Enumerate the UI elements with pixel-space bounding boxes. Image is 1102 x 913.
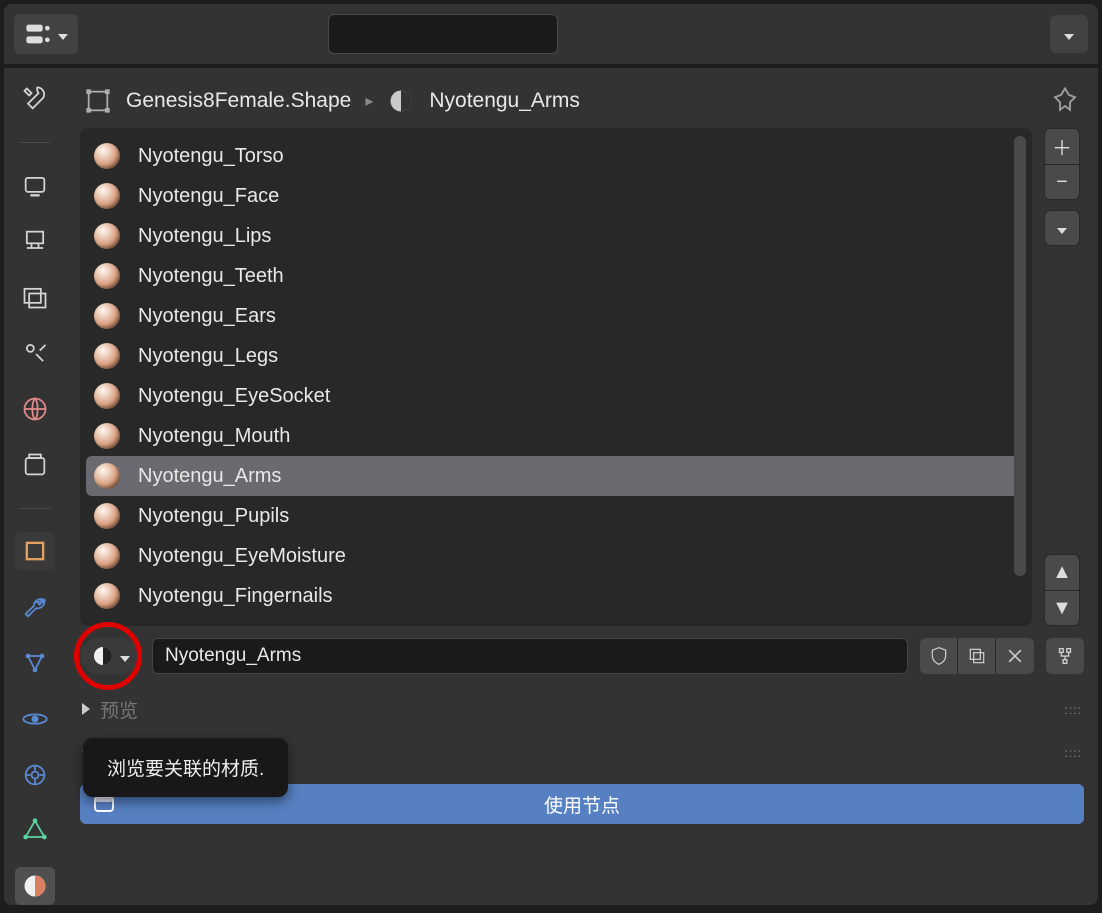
slot-actions: ＋ − ▲ ▼ xyxy=(1044,128,1084,626)
duplicate-icon xyxy=(967,646,987,666)
material-name-input[interactable] xyxy=(152,638,908,674)
material-preview-icon xyxy=(94,303,120,329)
tooltip: 浏览要关联的材质. xyxy=(83,738,288,797)
material-slot-label: Nyotengu_Lips xyxy=(138,225,271,248)
material-preview-icon xyxy=(94,463,120,489)
material-slot-label: Nyotengu_Mouth xyxy=(138,425,290,448)
use-nodes-label: 使用节点 xyxy=(544,791,620,818)
breadcrumb-material[interactable]: Nyotengu_Arms xyxy=(429,89,580,113)
material-preview-icon xyxy=(94,543,120,569)
material-slot-item[interactable]: Nyotengu_Torso xyxy=(86,136,1026,176)
shield-icon xyxy=(929,646,949,666)
material-selector-row xyxy=(66,626,1098,674)
material-slot-label: Nyotengu_Fingernails xyxy=(138,585,333,608)
properties-tabs xyxy=(4,68,66,905)
material-preview-icon xyxy=(94,263,120,289)
panel-preview[interactable]: 预览 :::: xyxy=(66,688,1098,731)
material-slot-label: Nyotengu_Face xyxy=(138,185,279,208)
list-expand-handle[interactable]: ▶ :::: xyxy=(80,624,1032,626)
nodetree-button[interactable] xyxy=(1046,638,1084,674)
material-slot-item[interactable]: Nyotengu_Legs xyxy=(86,336,1026,376)
disclosure-triangle-icon xyxy=(82,699,90,721)
breadcrumb-separator-icon: ▸ xyxy=(365,91,373,111)
material-icon xyxy=(91,644,115,668)
material-slot-label: Nyotengu_Ears xyxy=(138,305,276,328)
tab-viewlayer[interactable] xyxy=(15,278,55,316)
breadcrumb-object[interactable]: Genesis8Female.Shape xyxy=(126,89,351,113)
close-icon xyxy=(1005,646,1025,666)
tab-constraints[interactable] xyxy=(15,756,55,794)
material-slot-list: Nyotengu_Torso Nyotengu_Face Nyotengu_Lips… xyxy=(80,128,1032,626)
material-slot-label: Nyotengu_Pupils xyxy=(138,505,289,528)
move-slot-up-button[interactable]: ▲ xyxy=(1044,554,1080,590)
material-slot-label: Nyotengu_Teeth xyxy=(138,265,284,288)
editor-type-dropdown[interactable] xyxy=(14,14,78,54)
material-preview-icon xyxy=(94,423,120,449)
material-slot-item[interactable]: Nyotengu_Pupils xyxy=(86,496,1026,536)
tab-physics[interactable] xyxy=(15,700,55,738)
material-preview-icon xyxy=(94,183,120,209)
chevron-down-icon xyxy=(58,24,68,45)
tab-render[interactable] xyxy=(15,167,55,205)
options-dropdown[interactable] xyxy=(1050,15,1088,53)
chevron-down-icon xyxy=(120,646,130,667)
material-slot-label: Nyotengu_EyeMoisture xyxy=(138,545,346,568)
panel-grip-icon[interactable]: :::: xyxy=(1065,703,1082,717)
mesh-icon xyxy=(84,87,112,115)
browse-material-button[interactable] xyxy=(80,638,140,674)
topbar xyxy=(4,4,1098,64)
properties-editor-icon xyxy=(24,20,52,48)
material-preview-icon xyxy=(94,143,120,169)
material-slot-item[interactable]: Nyotengu_EyeMoisture xyxy=(86,536,1026,576)
remove-slot-button[interactable]: − xyxy=(1044,164,1080,200)
material-slot-label: Nyotengu_EyeSocket xyxy=(138,385,330,408)
add-slot-button[interactable]: ＋ xyxy=(1044,128,1080,164)
material-icon xyxy=(21,872,49,900)
panel-preview-label: 预览 xyxy=(100,696,138,723)
tab-material[interactable] xyxy=(15,867,55,905)
tab-data[interactable] xyxy=(15,811,55,849)
material-preview-icon xyxy=(94,223,120,249)
material-preview-icon xyxy=(94,383,120,409)
tab-output[interactable] xyxy=(15,223,55,261)
material-slot-item[interactable]: Nyotengu_Mouth xyxy=(86,416,1026,456)
material-slot-label: Nyotengu_Torso xyxy=(138,145,284,168)
material-slot-item[interactable]: Nyotengu_Arms xyxy=(86,456,1026,496)
tab-object[interactable] xyxy=(15,532,55,570)
material-slot-item[interactable]: Nyotengu_Face xyxy=(86,176,1026,216)
material-slot-item[interactable]: Nyotengu_Teeth xyxy=(86,256,1026,296)
fake-user-button[interactable] xyxy=(920,638,958,674)
tab-world[interactable] xyxy=(15,390,55,428)
material-slot-item[interactable]: Nyotengu_EyeSocket xyxy=(86,376,1026,416)
chevron-down-icon xyxy=(1064,24,1074,45)
material-slot-label: Nyotengu_Arms xyxy=(138,465,281,488)
pin-button[interactable] xyxy=(1050,86,1080,116)
new-material-button[interactable] xyxy=(958,638,996,674)
material-slot-item[interactable]: Nyotengu_Fingernails xyxy=(86,576,1026,616)
tab-collection[interactable] xyxy=(15,446,55,484)
breadcrumb: Genesis8Female.Shape ▸ Nyotengu_Arms xyxy=(66,68,1098,128)
tab-modifier[interactable] xyxy=(15,588,55,626)
unlink-material-button[interactable] xyxy=(996,638,1034,674)
tab-scene[interactable] xyxy=(15,334,55,372)
panel-grip-icon[interactable]: :::: xyxy=(1065,746,1082,760)
material-preview-icon xyxy=(94,503,120,529)
tab-tool[interactable] xyxy=(15,80,55,118)
material-slot-item[interactable]: Nyotengu_Ears xyxy=(86,296,1026,336)
material-icon xyxy=(387,87,415,115)
move-slot-down-button[interactable]: ▼ xyxy=(1044,590,1080,626)
material-preview-icon xyxy=(94,583,120,609)
search-input-container[interactable] xyxy=(328,14,558,54)
search-input[interactable] xyxy=(347,25,554,43)
slot-specials-dropdown[interactable] xyxy=(1044,210,1080,246)
material-slot-label: Nyotengu_Legs xyxy=(138,345,278,368)
material-preview-icon xyxy=(94,343,120,369)
tooltip-text: 浏览要关联的材质. xyxy=(107,759,264,780)
nodetree-icon xyxy=(1054,645,1076,667)
material-slot-item[interactable]: Nyotengu_Lips xyxy=(86,216,1026,256)
list-scrollbar[interactable] xyxy=(1014,136,1026,576)
tab-particles[interactable] xyxy=(15,644,55,682)
